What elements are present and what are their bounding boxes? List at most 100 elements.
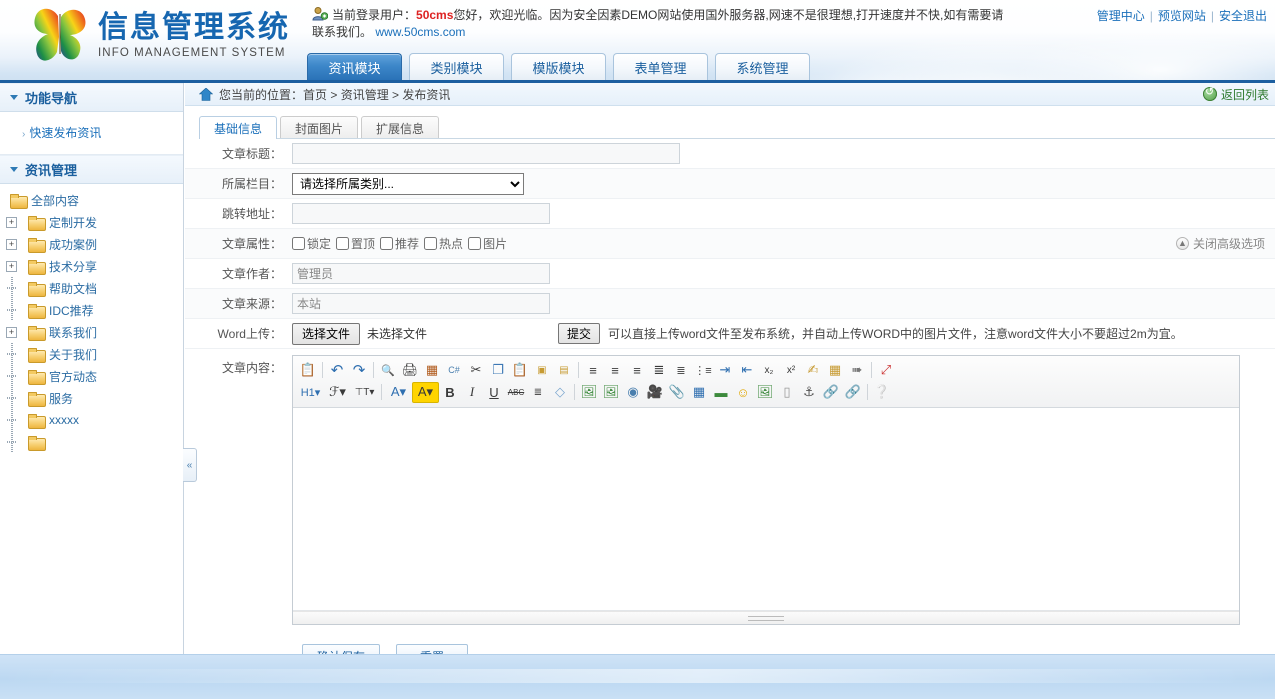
jump-url-input[interactable] xyxy=(292,203,550,224)
undo-icon[interactable]: ↶ xyxy=(326,360,348,381)
tab-moban-module[interactable]: 模版模块 xyxy=(511,53,606,80)
link-logout[interactable]: 安全退出 xyxy=(1219,9,1267,23)
sidebar-item-quick-publish[interactable]: › 快速发布资讯 xyxy=(22,126,101,140)
source-code-icon[interactable]: ▦ xyxy=(421,360,443,381)
help-icon[interactable]: ❔ xyxy=(871,382,893,403)
link-icon[interactable]: 🔗 xyxy=(820,382,842,403)
tree-node[interactable] xyxy=(6,431,183,453)
article-title-input[interactable] xyxy=(292,143,680,164)
tab-system-manage[interactable]: 系统管理 xyxy=(715,53,810,80)
ordered-list-icon[interactable]: ≣ xyxy=(670,360,692,381)
expander-plus-icon[interactable]: + xyxy=(6,260,17,272)
superscript-icon[interactable]: x² xyxy=(780,360,802,381)
expander-plus-icon[interactable]: + xyxy=(6,326,17,338)
emoticon-icon[interactable]: ☺ xyxy=(732,382,754,403)
align-center-icon[interactable]: ≡ xyxy=(604,360,626,381)
sidebar-collapse-handle[interactable]: « xyxy=(183,448,197,482)
insert-image-icon[interactable]: 🖼 xyxy=(578,382,600,403)
tab-extended-info[interactable]: 扩展信息 xyxy=(361,116,440,139)
paste-as-text-icon[interactable]: ▣ xyxy=(531,360,553,381)
tab-leibie-module[interactable]: 类别模块 xyxy=(409,53,504,80)
strikethrough-icon[interactable]: ABC xyxy=(505,382,527,403)
tree-node[interactable]: xxxxx xyxy=(6,409,183,431)
print-preview-icon[interactable]: 🔍 xyxy=(377,360,399,381)
save-button[interactable]: 确认保存 xyxy=(302,644,381,654)
category-select[interactable]: 请选择所属类别... xyxy=(292,172,524,195)
author-input[interactable] xyxy=(292,263,550,284)
italic-icon[interactable]: I xyxy=(461,382,483,403)
unlink-icon[interactable]: 🔗 xyxy=(842,382,864,403)
align-left-icon[interactable]: ≡ xyxy=(582,360,604,381)
tree-node[interactable]: + 技术分享 xyxy=(6,255,183,277)
attr-recommend[interactable]: 推荐 xyxy=(380,235,419,252)
insert-hr-icon[interactable]: ▬ xyxy=(710,382,732,403)
flash-icon[interactable]: ◉ xyxy=(622,382,644,403)
cut-icon[interactable]: ✂ xyxy=(465,360,487,381)
paste-clipboard-icon[interactable]: 📋 xyxy=(297,360,319,381)
eraser-icon[interactable]: ◇ xyxy=(549,382,571,403)
tree-node-all[interactable]: 全部内容 xyxy=(6,189,183,211)
expander-plus-icon[interactable]: + xyxy=(6,216,17,228)
batch-image-upload-icon[interactable]: 🖼 xyxy=(600,382,622,403)
tree-node[interactable]: IDC推荐 xyxy=(6,299,183,321)
font-family-icon[interactable]: ℱ▾ xyxy=(324,382,351,403)
fullscreen-icon[interactable]: ⤢ xyxy=(875,360,897,381)
attr-recommend-checkbox[interactable] xyxy=(380,237,394,250)
expander-plus-icon[interactable]: + xyxy=(6,238,17,250)
attr-top[interactable]: 置顶 xyxy=(336,235,375,252)
indent-decrease-icon[interactable]: ⇤ xyxy=(736,360,758,381)
editor-resize-handle[interactable] xyxy=(293,611,1239,624)
tab-zixun-module[interactable]: 资讯模块 xyxy=(307,53,402,80)
reset-button[interactable]: 重置 xyxy=(396,644,469,654)
link-preview-site[interactable]: 预览网站 xyxy=(1158,9,1206,23)
copy-icon[interactable]: ❐ xyxy=(487,360,509,381)
line-height-icon[interactable]: ≣ xyxy=(527,382,549,403)
attr-image[interactable]: 图片 xyxy=(468,235,507,252)
select-pointer-icon[interactable]: ➠ xyxy=(846,360,868,381)
unordered-list-icon[interactable]: ⋮≡ xyxy=(692,360,714,381)
redo-icon[interactable]: ↷ xyxy=(348,360,370,381)
advanced-options-toggle[interactable]: ▲ 关闭高级选项 xyxy=(1175,235,1265,252)
tree-node[interactable]: + 成功案例 xyxy=(6,233,183,255)
tree-node[interactable]: 官方动态 xyxy=(6,365,183,387)
attr-hot-checkbox[interactable] xyxy=(424,237,438,250)
anchor-icon[interactable]: ⚓ xyxy=(798,382,820,403)
align-justify-icon[interactable]: ≣ xyxy=(648,360,670,381)
tree-node[interactable]: 服务 xyxy=(6,387,183,409)
table-icon[interactable]: ▦ xyxy=(688,382,710,403)
heading-style-icon[interactable]: H1▾ xyxy=(297,382,324,403)
font-color-icon[interactable]: A▾ xyxy=(385,382,412,403)
print-icon[interactable]: 🖨 xyxy=(399,360,421,381)
format-painter-icon[interactable]: ✍ xyxy=(802,360,824,381)
highlight-color-icon[interactable]: A▾ xyxy=(412,381,439,403)
tree-node[interactable]: + 联系我们 xyxy=(6,321,183,343)
attr-image-checkbox[interactable] xyxy=(468,237,482,250)
attachment-icon[interactable]: 📎 xyxy=(666,382,688,403)
tab-biaodan-manage[interactable]: 表单管理 xyxy=(613,53,708,80)
align-right-icon[interactable]: ≡ xyxy=(626,360,648,381)
indent-increase-icon[interactable]: ⇥ xyxy=(714,360,736,381)
tree-node[interactable]: + 定制开发 xyxy=(6,211,183,233)
back-to-list-button[interactable]: 返回列表 xyxy=(1202,85,1269,103)
video-icon[interactable]: 🎥 xyxy=(644,382,666,403)
attr-lock-checkbox[interactable] xyxy=(292,237,305,250)
source-input[interactable] xyxy=(292,293,550,314)
csharp-code-icon[interactable]: C# xyxy=(443,360,465,381)
attr-hot[interactable]: 热点 xyxy=(424,235,463,252)
remove-format-icon[interactable]: ▦ xyxy=(824,360,846,381)
attr-lock[interactable]: 锁定 xyxy=(292,235,331,252)
underline-icon[interactable]: U xyxy=(483,382,505,403)
background-image-icon[interactable]: 🖼 xyxy=(754,382,776,403)
subscript-icon[interactable]: x₂ xyxy=(758,360,780,381)
bold-icon[interactable]: B xyxy=(439,382,461,403)
font-size-icon[interactable]: ⊤T▾ xyxy=(351,382,378,403)
editor-content-area[interactable] xyxy=(293,408,1239,611)
tree-node[interactable]: 关于我们 xyxy=(6,343,183,365)
tree-node[interactable]: 帮助文档 xyxy=(6,277,183,299)
attr-top-checkbox[interactable] xyxy=(336,237,350,250)
link-admin-center[interactable]: 管理中心 xyxy=(1097,9,1145,23)
tab-basic-info[interactable]: 基础信息 xyxy=(199,116,278,139)
tab-cover-image[interactable]: 封面图片 xyxy=(280,116,359,139)
paste-icon[interactable]: 📋 xyxy=(509,360,531,381)
page-break-icon[interactable]: ▯ xyxy=(776,382,798,403)
